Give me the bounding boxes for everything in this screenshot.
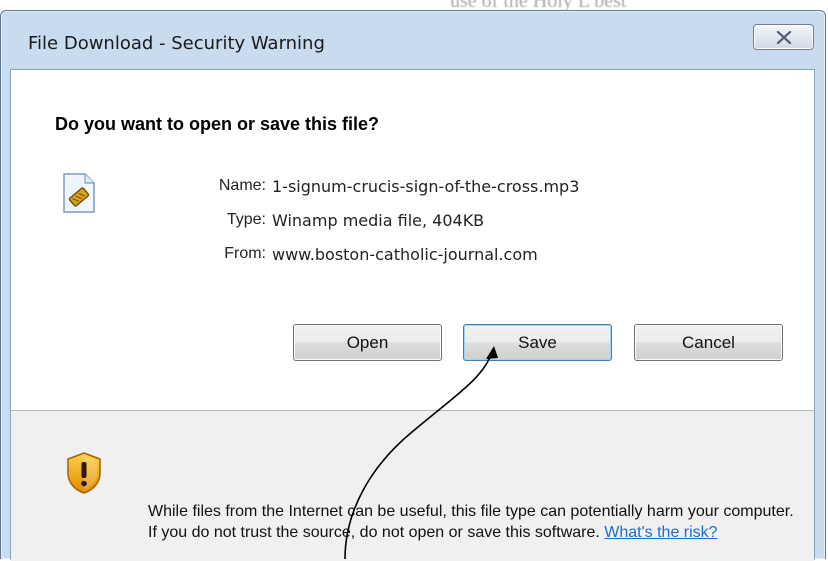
annotation-arrow	[344, 346, 498, 559]
